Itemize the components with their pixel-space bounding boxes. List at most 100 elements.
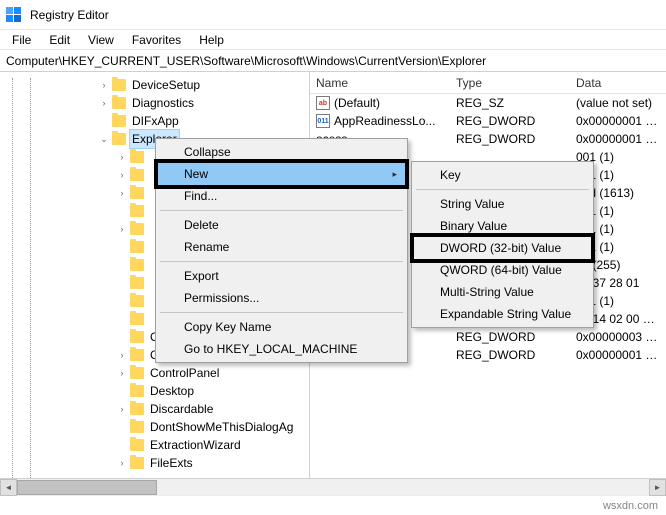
- tree-node[interactable]: ›DeviceSetup: [0, 76, 309, 94]
- folder-icon: [130, 205, 144, 217]
- folder-icon: [130, 169, 144, 181]
- folder-icon: [130, 439, 144, 451]
- ctx-item-multi-string-value[interactable]: Multi-String Value: [414, 281, 591, 303]
- menu-edit[interactable]: Edit: [41, 31, 78, 49]
- menu-favorites[interactable]: Favorites: [124, 31, 189, 49]
- folder-icon: [130, 223, 144, 235]
- ctx-item-collapse[interactable]: Collapse: [158, 141, 405, 163]
- folder-icon: [112, 97, 126, 109]
- folder-icon: [130, 367, 144, 379]
- chevron-right-icon[interactable]: ·: [116, 421, 128, 433]
- address-bar[interactable]: Computer\HKEY_CURRENT_USER\Software\Micr…: [0, 50, 666, 72]
- tree-node-label: Diagnostics: [130, 94, 196, 112]
- folder-icon: [130, 457, 144, 469]
- cell-type: REG_DWORD: [450, 330, 570, 344]
- tree-node-label: Discardable: [148, 400, 215, 418]
- context-menu-new[interactable]: Key String ValueBinary ValueDWORD (32-bit…: [411, 161, 594, 328]
- tree-node[interactable]: › ControlPanel: [0, 364, 309, 382]
- folder-icon: [130, 295, 144, 307]
- horizontal-scrollbar[interactable]: ◄ ►: [0, 478, 666, 495]
- chevron-right-icon[interactable]: ›: [116, 187, 128, 199]
- folder-icon: [130, 151, 144, 163]
- context-menu-tree[interactable]: CollapseNewFind... DeleteRename ExportPerm…: [155, 138, 408, 363]
- folder-icon: [130, 331, 144, 343]
- ctx-item-delete[interactable]: Delete: [158, 214, 405, 236]
- tree-node[interactable]: · Desktop: [0, 382, 309, 400]
- menu-file[interactable]: File: [4, 31, 39, 49]
- col-name[interactable]: Name: [310, 76, 450, 90]
- tree-node[interactable]: ›FileExts: [0, 454, 309, 472]
- tree-node-label: ControlPanel: [148, 364, 221, 382]
- folder-icon: [130, 259, 144, 271]
- tree-node[interactable]: ·ExtractionWizard: [0, 436, 309, 454]
- folder-icon: [130, 421, 144, 433]
- chevron-right-icon[interactable]: ·: [116, 241, 128, 253]
- ctx-item-find-[interactable]: Find...: [158, 185, 405, 207]
- menu-separator: [160, 210, 403, 211]
- ctx-item-rename[interactable]: Rename: [158, 236, 405, 258]
- tree-node-label: DIFxApp: [130, 112, 181, 130]
- ctx-item-copy-key-name[interactable]: Copy Key Name: [158, 316, 405, 338]
- value-name-text: AppReadinessLo...: [334, 114, 435, 128]
- list-row[interactable]: ab(Default)REG_SZ(value not set): [310, 94, 666, 112]
- tree-node[interactable]: · DontShowMeThisDialogAg: [0, 418, 309, 436]
- folder-icon: [112, 115, 126, 127]
- scroll-thumb[interactable]: [17, 480, 157, 495]
- ctx-item-expandable-string-value[interactable]: Expandable String Value: [414, 303, 591, 325]
- ctx-item-new[interactable]: New: [158, 163, 405, 185]
- ctx-item-binary-value[interactable]: Binary Value: [414, 215, 591, 237]
- app-icon: [6, 7, 22, 23]
- chevron-right-icon[interactable]: ›: [98, 97, 110, 109]
- ctx-item-key[interactable]: Key: [414, 164, 591, 186]
- cell-type: REG_DWORD: [450, 114, 570, 128]
- chevron-right-icon[interactable]: ·: [116, 313, 128, 325]
- scroll-left-button[interactable]: ◄: [0, 479, 17, 496]
- chevron-right-icon[interactable]: ·: [116, 439, 128, 451]
- menu-view[interactable]: View: [80, 31, 122, 49]
- footer: wsxdn.com: [0, 495, 666, 515]
- chevron-right-icon[interactable]: ›: [116, 223, 128, 235]
- chevron-right-icon[interactable]: ·: [116, 259, 128, 271]
- folder-icon: [130, 403, 144, 415]
- cell-type: REG_SZ: [450, 96, 570, 110]
- chevron-right-icon[interactable]: ›: [116, 403, 128, 415]
- cell-type: REG_DWORD: [450, 348, 570, 362]
- chevron-right-icon[interactable]: ·: [116, 295, 128, 307]
- ctx-item-go-to-hkey-local-machine[interactable]: Go to HKEY_LOCAL_MACHINE: [158, 338, 405, 360]
- tree-node-label: Desktop: [148, 382, 196, 400]
- ctx-item-export[interactable]: Export: [158, 265, 405, 287]
- ctx-item-dword-32-bit-value[interactable]: DWORD (32-bit) Value: [414, 237, 591, 259]
- tree-node-label: DontShowMeThisDialogAg: [148, 418, 295, 436]
- chevron-right-icon[interactable]: ›: [116, 367, 128, 379]
- chevron-right-icon[interactable]: ›: [98, 79, 110, 91]
- menu-separator: [160, 261, 403, 262]
- scroll-right-button[interactable]: ►: [649, 479, 666, 496]
- ctx-item-permissions-[interactable]: Permissions...: [158, 287, 405, 309]
- chevron-right-icon[interactable]: ·: [116, 385, 128, 397]
- col-data[interactable]: Data: [570, 76, 666, 90]
- chevron-right-icon[interactable]: ›: [116, 169, 128, 181]
- cell-data: 0x00000001 (1): [570, 114, 666, 128]
- ctx-item-string-value[interactable]: String Value: [414, 193, 591, 215]
- ctx-item-qword-64-bit-value[interactable]: QWORD (64-bit) Value: [414, 259, 591, 281]
- chevron-down-icon[interactable]: ⌄: [98, 133, 110, 145]
- menu-help[interactable]: Help: [191, 31, 232, 49]
- chevron-right-icon[interactable]: ·: [116, 205, 128, 217]
- tree-node[interactable]: › Diagnostics: [0, 94, 309, 112]
- chevron-right-icon[interactable]: ·: [98, 115, 110, 127]
- tree-node[interactable]: · DIFxApp: [0, 112, 309, 130]
- chevron-right-icon[interactable]: ›: [116, 349, 128, 361]
- chevron-right-icon[interactable]: ·: [116, 277, 128, 289]
- tree-node[interactable]: › Discardable: [0, 400, 309, 418]
- folder-icon: [112, 79, 126, 91]
- chevron-right-icon[interactable]: ›: [116, 457, 128, 469]
- list-row[interactable]: 011AppReadinessLo...REG_DWORD0x00000001 …: [310, 112, 666, 130]
- col-type[interactable]: Type: [450, 76, 570, 90]
- folder-icon: [130, 277, 144, 289]
- window-title: Registry Editor: [30, 8, 109, 22]
- folder-icon: [130, 187, 144, 199]
- chevron-right-icon[interactable]: ›: [116, 151, 128, 163]
- chevron-right-icon[interactable]: ·: [116, 331, 128, 343]
- menu-bar: File Edit View Favorites Help: [0, 30, 666, 50]
- cell-type: REG_DWORD: [450, 132, 570, 146]
